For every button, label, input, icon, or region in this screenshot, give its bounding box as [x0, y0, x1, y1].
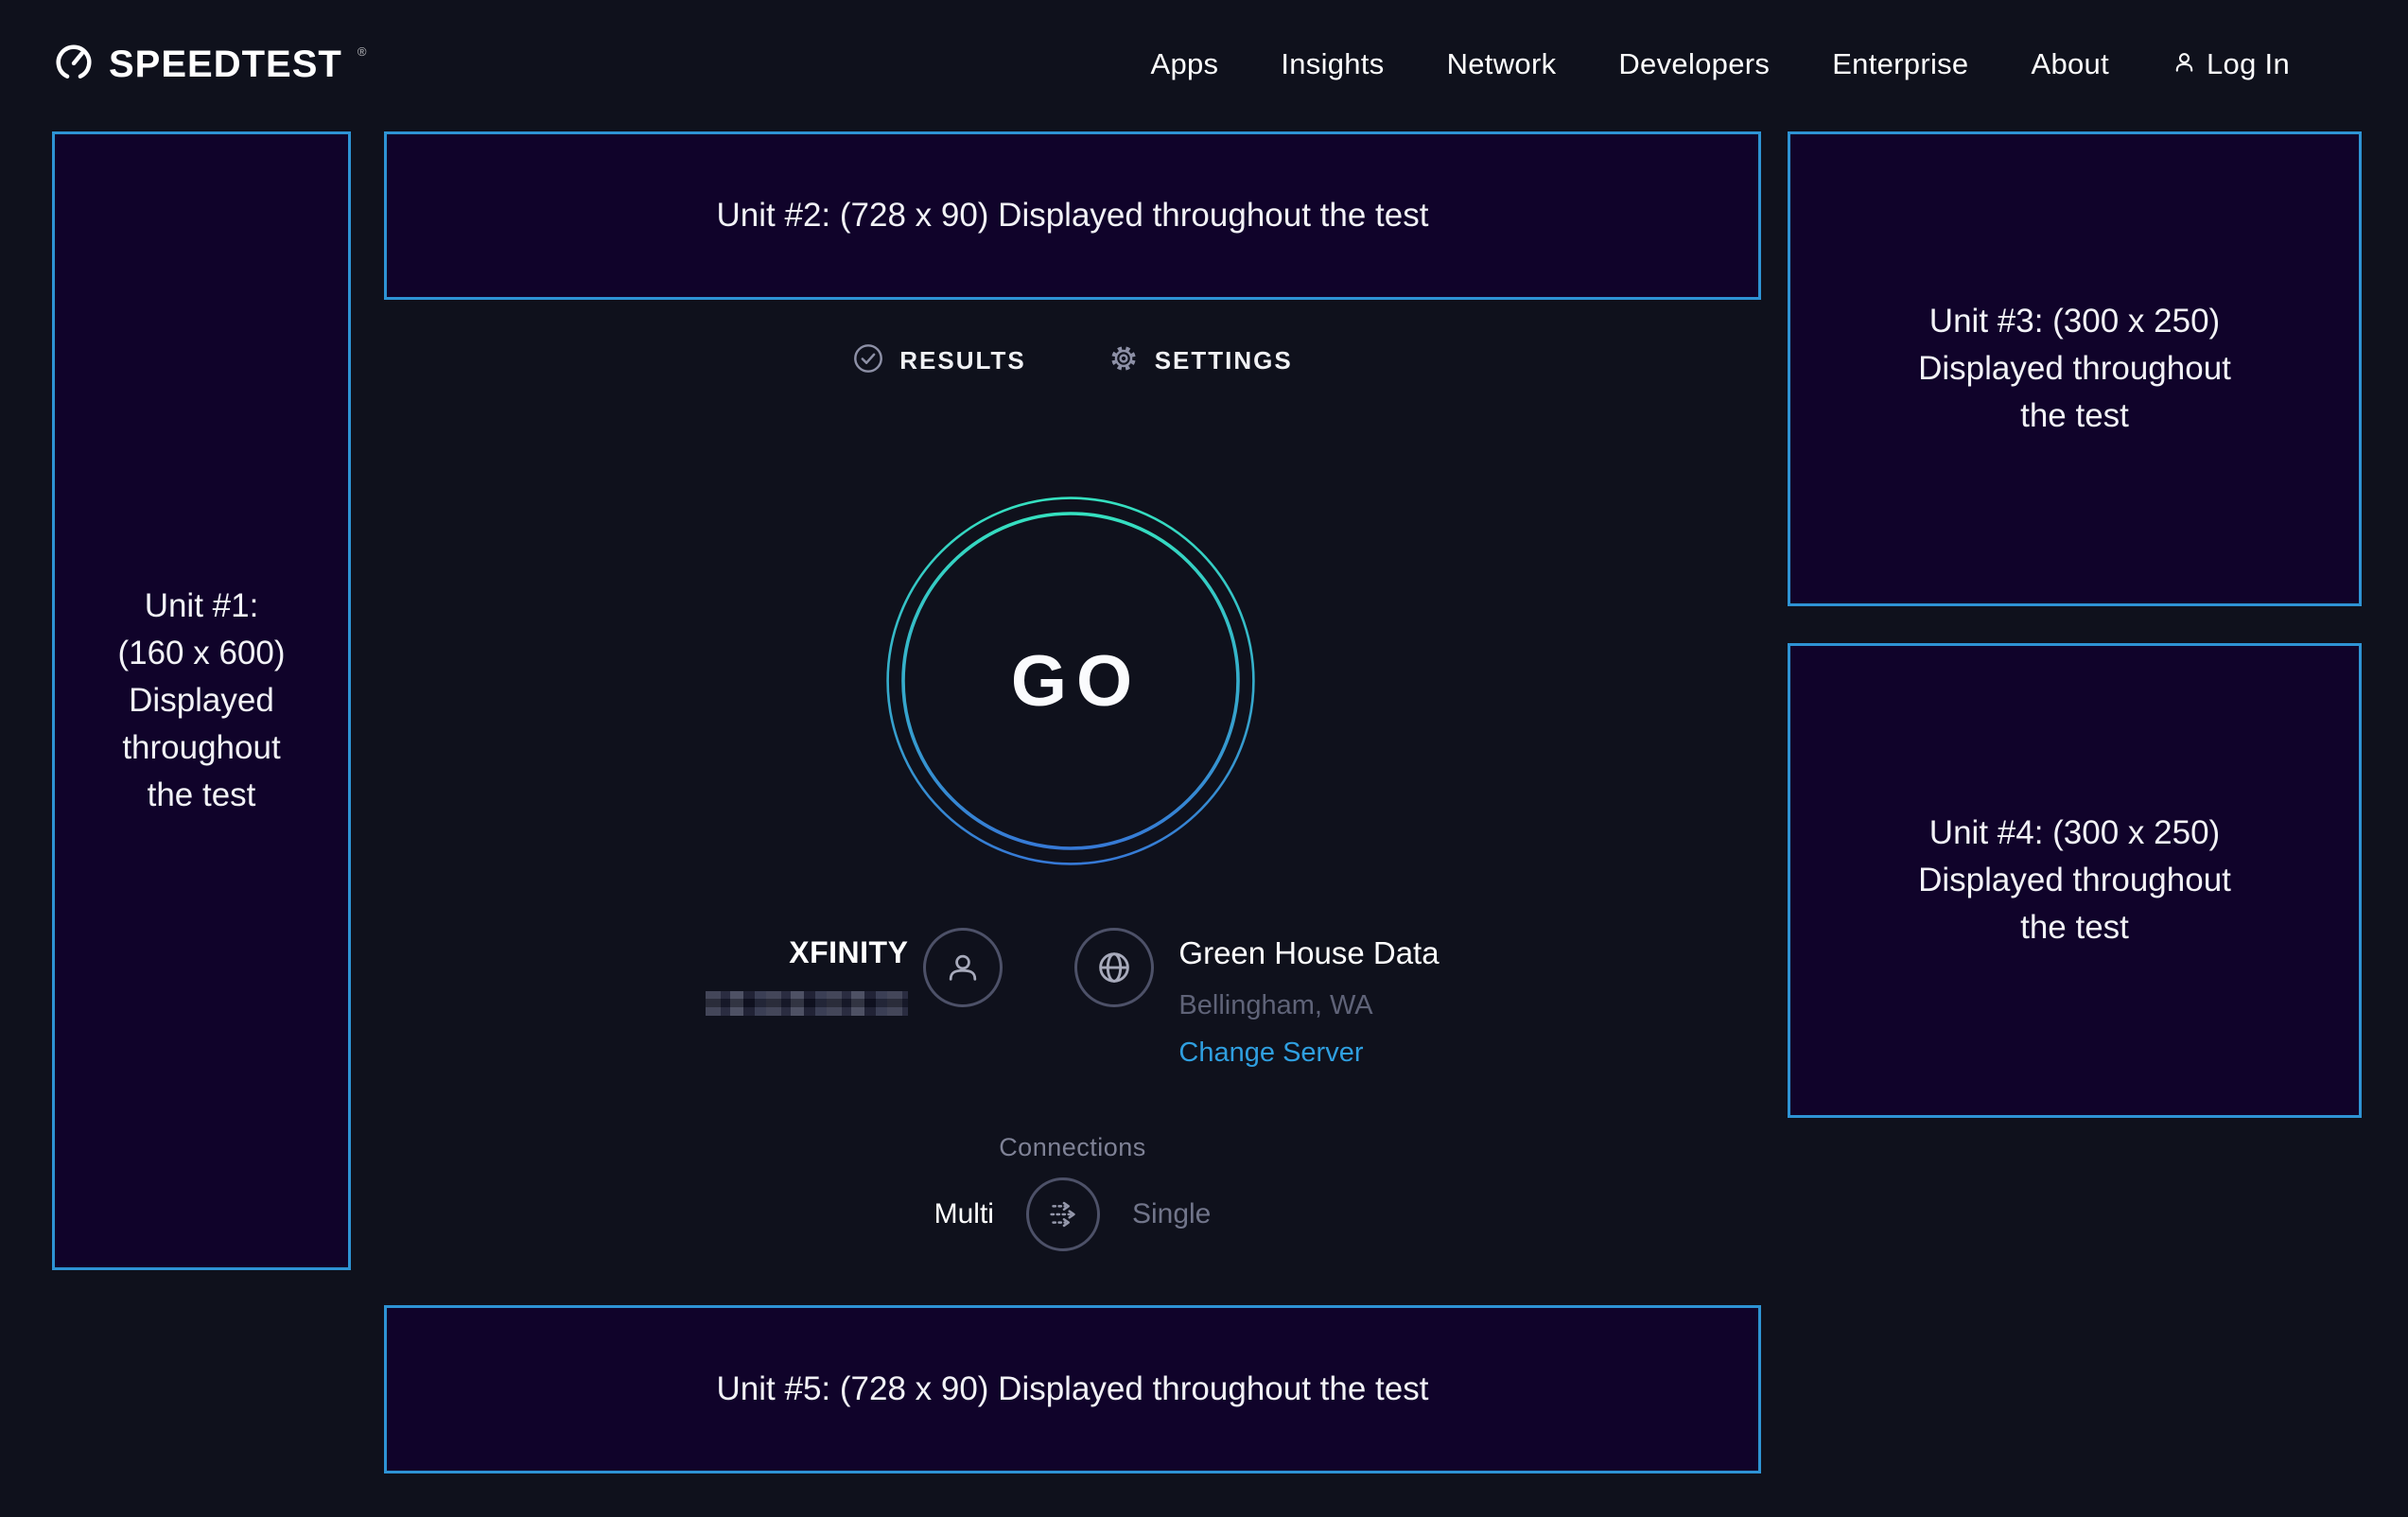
connections-toggle[interactable] [1026, 1177, 1100, 1251]
settings-label: SETTINGS [1155, 346, 1293, 375]
isp-avatar [923, 928, 1003, 1007]
check-circle-icon [852, 342, 884, 379]
server-info: Green House Data Bellingham, WA Change S… [1178, 928, 1439, 1069]
ad-unit-5-text: Unit #5: (728 x 90) Displayed throughout… [717, 1366, 1429, 1413]
login-button[interactable]: Log In [2172, 47, 2290, 81]
speedtest-page: SPEEDTEST ® Apps Insights Network Develo… [0, 0, 2408, 1517]
tab-bar: RESULTS SETTINGS [384, 342, 1761, 379]
connections-single-option[interactable]: Single [1132, 1198, 1211, 1230]
nav-item-developers[interactable]: Developers [1618, 47, 1770, 81]
multi-arrows-icon [1043, 1194, 1083, 1234]
ad-unit-5: Unit #5: (728 x 90) Displayed throughout… [384, 1305, 1761, 1473]
ad-unit-2: Unit #2: (728 x 90) Displayed throughout… [384, 131, 1761, 300]
gear-icon [1108, 342, 1140, 379]
login-label: Log In [2207, 47, 2290, 81]
nav-item-about[interactable]: About [2031, 47, 2109, 81]
redacted-account-detail [706, 991, 908, 1016]
server-globe-badge [1074, 928, 1154, 1007]
ad-unit-3: Unit #3: (300 x 250)Displayed throughout… [1788, 131, 2362, 606]
server-name: Green House Data [1178, 935, 1439, 971]
go-button[interactable]: GO [885, 496, 1256, 866]
connections-toggle-row: Multi Single [384, 1177, 1761, 1251]
speedtest-logo[interactable]: SPEEDTEST ® [52, 41, 364, 89]
ad-unit-3-text: Unit #3: (300 x 250)Displayed throughout… [1918, 298, 2231, 440]
server-location: Bellingham, WA [1178, 990, 1372, 1021]
tab-settings[interactable]: SETTINGS [1108, 342, 1293, 379]
connections-label: Connections [384, 1133, 1761, 1162]
change-server-link[interactable]: Change Server [1178, 1037, 1363, 1069]
isp-info: XFINITY [706, 928, 908, 1016]
ad-unit-4-text: Unit #4: (300 x 250)Displayed throughout… [1918, 810, 2231, 951]
nav-item-enterprise[interactable]: Enterprise [1832, 47, 1968, 81]
logo-text: SPEEDTEST [109, 44, 342, 86]
go-label: GO [885, 496, 1256, 866]
globe-icon [1092, 946, 1136, 989]
connections-multi-option[interactable]: Multi [934, 1198, 994, 1230]
ad-unit-2-text: Unit #2: (728 x 90) Displayed throughout… [717, 192, 1429, 239]
logo-trademark: ® [358, 44, 367, 59]
ad-unit-1-text: Unit #1:(160 x 600)Displayedthroughoutth… [117, 583, 285, 819]
person-icon [942, 947, 984, 988]
tab-results[interactable]: RESULTS [852, 342, 1025, 379]
nav-item-apps[interactable]: Apps [1150, 47, 1218, 81]
nav-item-network[interactable]: Network [1447, 47, 1557, 81]
ad-unit-1: Unit #1:(160 x 600)Displayedthroughoutth… [52, 131, 351, 1270]
results-label: RESULTS [899, 346, 1025, 375]
connection-info-row: XFINITY Green House Data Bellingham, WA … [384, 928, 1761, 1069]
nav-item-insights[interactable]: Insights [1281, 47, 1384, 81]
top-nav-bar: SPEEDTEST ® Apps Insights Network Develo… [0, 0, 2408, 129]
isp-name: XFINITY [789, 935, 908, 970]
ad-unit-4: Unit #4: (300 x 250)Displayed throughout… [1788, 643, 2362, 1118]
main-nav: Apps Insights Network Developers Enterpr… [1150, 47, 2290, 81]
user-icon [2172, 49, 2197, 79]
gauge-logo-icon [52, 41, 96, 89]
